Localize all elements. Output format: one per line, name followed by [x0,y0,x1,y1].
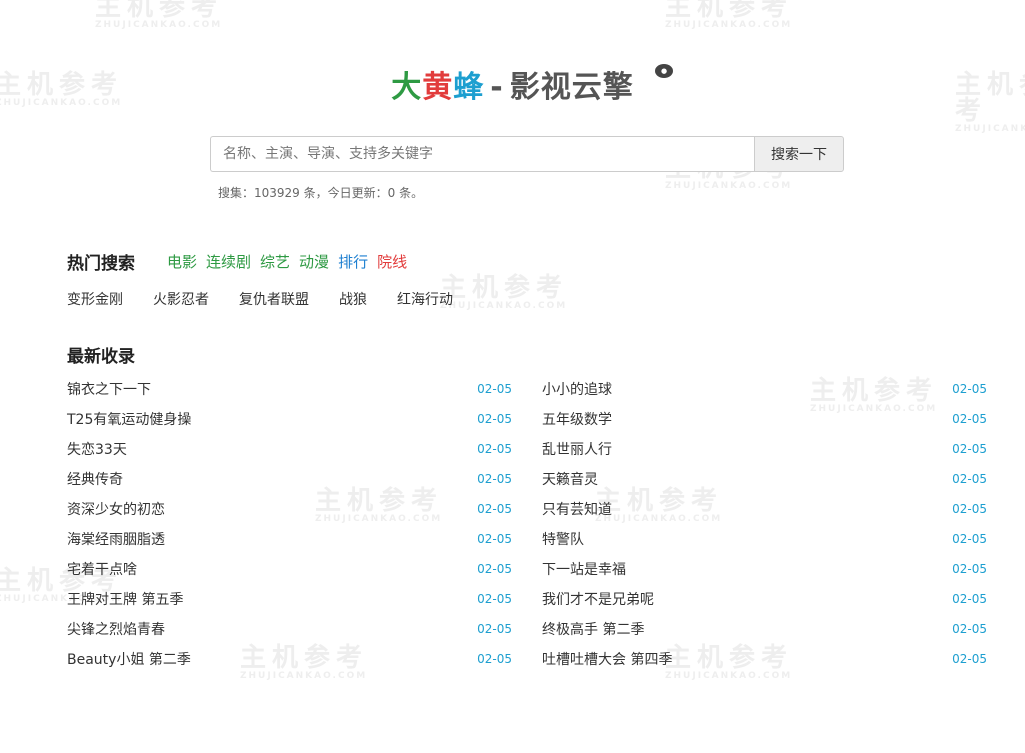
list-item-date: 02-05 [952,502,987,516]
list-item[interactable]: 失恋33天 02-05 [67,436,512,466]
list-item[interactable]: Beauty小姐 第二季 02-05 [67,646,512,676]
list-item-date: 02-05 [952,382,987,396]
list-item-date: 02-05 [477,412,512,426]
logo-subtitle: 影视云擎 [509,70,634,105]
list-item-date: 02-05 [952,532,987,546]
hot-search-item[interactable]: 复仇者联盟 [239,289,309,309]
list-item[interactable]: 经典传奇 02-05 [67,466,512,496]
list-item-date: 02-05 [477,502,512,516]
list-item-title[interactable]: 海棠经雨胭脂透 [67,526,165,554]
list-item-title[interactable]: 锦衣之下一下 [67,376,151,404]
category-link[interactable]: 综艺 [260,251,290,272]
search-input[interactable] [210,136,754,172]
list-item-title[interactable]: 我们才不是兄弟呢 [542,586,654,614]
list-item[interactable]: 五年级数学 02-05 [542,406,987,436]
list-item-title[interactable]: 五年级数学 [542,406,612,434]
search-button[interactable]: 搜索一下 [754,136,844,172]
list-item-title[interactable]: 乱世丽人行 [542,436,612,464]
list-item-title[interactable]: 只有芸知道 [542,496,612,524]
list-item-title[interactable]: 终极高手 第二季 [542,616,644,644]
list-item-date: 02-05 [477,592,512,606]
list-item[interactable]: 王牌对王牌 第五季 02-05 [67,586,512,616]
category-link[interactable]: 动漫 [299,251,329,272]
list-item-title[interactable]: 宅着干点啥 [67,556,137,584]
list-item-title[interactable]: 下一站是幸福 [542,556,626,584]
list-item[interactable]: 海棠经雨胭脂透 02-05 [67,526,512,556]
latest-title: 最新收录 [67,347,135,367]
category-link[interactable]: 排行 [338,251,368,272]
list-item-date: 02-05 [477,622,512,636]
watermark: 主机参考ZHUJICANKAO.COM [665,0,794,30]
category-link[interactable]: 院线 [377,251,407,272]
list-item[interactable]: 乱世丽人行 02-05 [542,436,987,466]
latest-list-left: 锦衣之下一下 02-05 T25有氧运动健身操 02-05 失恋33天 02-05 经典传奇… [67,376,512,676]
list-item-date: 02-05 [952,562,987,576]
list-item[interactable]: 我们才不是兄弟呢 02-05 [542,586,987,616]
category-link[interactable]: 连续剧 [206,251,251,272]
hot-search-item[interactable]: 火影忍者 [153,289,209,309]
list-item[interactable]: 下一站是幸福 02-05 [542,556,987,586]
list-item[interactable]: T25有氧运动健身操 02-05 [67,406,512,436]
list-item-date: 02-05 [952,652,987,666]
list-item-title[interactable]: 尖锋之烈焰青春 [67,616,165,644]
hot-search-title: 热门搜索 [67,254,135,274]
list-item[interactable]: 终极高手 第二季 02-05 [542,616,987,646]
list-item-date: 02-05 [477,562,512,576]
list-item-date: 02-05 [952,412,987,426]
logo-badge-icon: ● [655,64,673,78]
logo-char-2: 黄 [422,70,454,105]
hot-search-item[interactable]: 变形金刚 [67,289,123,309]
list-item[interactable]: 宅着干点啥 02-05 [67,556,512,586]
search-form: 搜索一下 [210,136,844,172]
site-logo[interactable]: 大黄蜂 - 影视云擎 [0,68,1025,108]
hot-search-item[interactable]: 战狼 [339,289,367,309]
hot-search-list: 变形金刚 火影忍者 复仇者联盟 战狼 红海行动 [67,289,483,309]
list-item-date: 02-05 [477,382,512,396]
list-item-date: 02-05 [477,442,512,456]
list-item[interactable]: 吐槽吐槽大会 第四季 02-05 [542,646,987,676]
list-item-date: 02-05 [477,472,512,486]
list-item[interactable]: 尖锋之烈焰青春 02-05 [67,616,512,646]
watermark: 主机参考ZHUJICANKAO.COM [95,0,224,30]
logo-char-1: 大 [391,70,423,105]
list-item[interactable]: 小小的追球 02-05 [542,376,987,406]
category-nav: 电影 连续剧 综艺 动漫 排行 院线 [167,251,416,272]
list-item[interactable]: 锦衣之下一下 02-05 [67,376,512,406]
list-item-title[interactable]: 特警队 [542,526,584,554]
page: 主机参考 ZHUJICANKAO.COM 主机参考 ZHUJICANKAO.COM … [0,0,1025,753]
hot-search-item[interactable]: 红海行动 [397,289,453,309]
logo-char-3: 蜂 [453,70,485,105]
list-item-date: 02-05 [477,532,512,546]
list-item-title[interactable]: 小小的追球 [542,376,612,404]
list-item-date: 02-05 [952,472,987,486]
list-item-title[interactable]: 经典传奇 [67,466,123,494]
list-item-title[interactable]: 天籁音灵 [542,466,598,494]
list-item-title[interactable]: 资深少女的初恋 [67,496,165,524]
list-item-title[interactable]: 失恋33天 [67,436,127,464]
category-link[interactable]: 电影 [167,251,197,272]
list-item-title[interactable]: T25有氧运动健身操 [67,406,191,434]
list-item[interactable]: 特警队 02-05 [542,526,987,556]
list-item[interactable]: 资深少女的初恋 02-05 [67,496,512,526]
list-item-title[interactable]: 吐槽吐槽大会 第四季 [542,646,672,674]
list-item-title[interactable]: 王牌对王牌 第五季 [67,586,183,614]
collection-stats: 搜集：103929 条，今日更新：0 条。 [218,186,424,200]
list-item[interactable]: 天籁音灵 02-05 [542,466,987,496]
latest-list-right: 小小的追球 02-05 五年级数学 02-05 乱世丽人行 02-05 天籁音灵 02-05 只… [542,376,987,676]
list-item-date: 02-05 [952,622,987,636]
list-item-date: 02-05 [477,652,512,666]
list-item[interactable]: 只有芸知道 02-05 [542,496,987,526]
list-item-title[interactable]: Beauty小姐 第二季 [67,646,191,674]
logo-dash: - [490,70,504,105]
list-item-date: 02-05 [952,442,987,456]
list-item-date: 02-05 [952,592,987,606]
